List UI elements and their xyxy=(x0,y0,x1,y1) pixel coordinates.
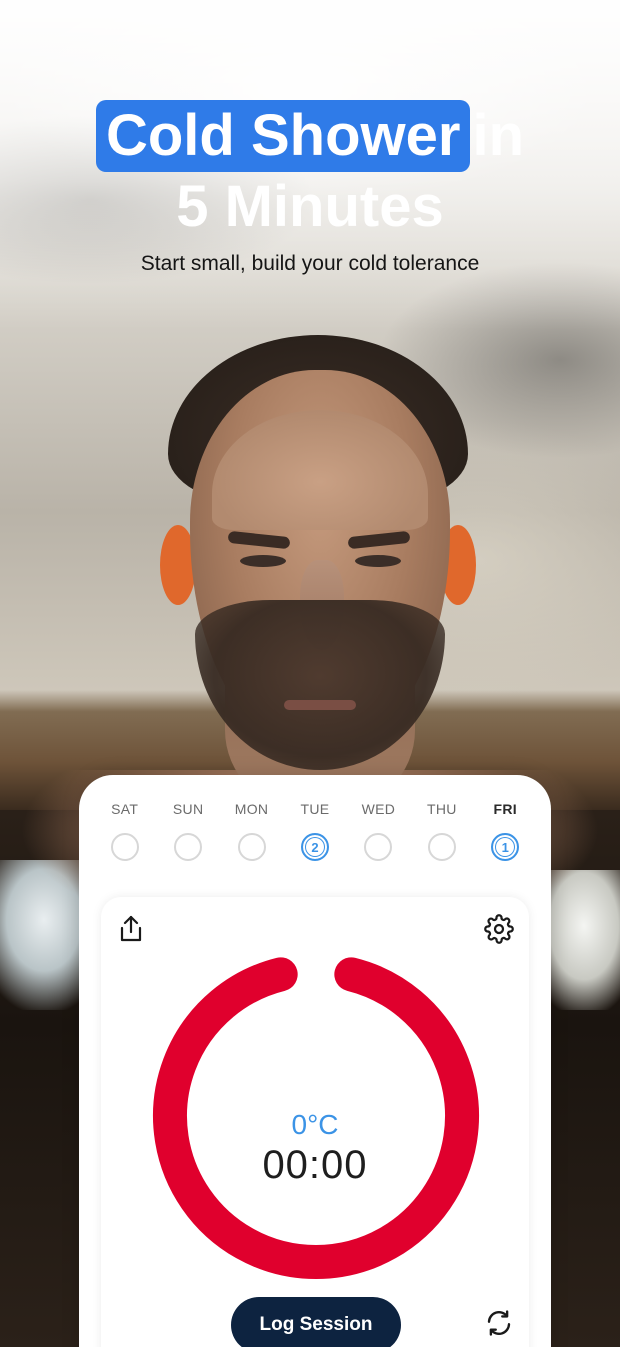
refresh-icon xyxy=(487,1310,511,1336)
day-wed[interactable]: WED xyxy=(347,801,410,861)
eye-left xyxy=(240,555,286,567)
day-label: THU xyxy=(426,801,457,817)
day-indicator: 2 xyxy=(300,833,329,861)
day-label: WED xyxy=(361,801,396,817)
eye-right xyxy=(355,555,401,567)
day-mon[interactable]: MON xyxy=(220,801,283,861)
day-sun[interactable]: SUN xyxy=(156,801,219,861)
day-indicator: 1 xyxy=(491,833,520,861)
day-label: FRI xyxy=(493,801,517,817)
hero-title-line1: Cold Shower in xyxy=(95,100,524,172)
day-indicator xyxy=(174,833,203,861)
timer-panel: 0°C 00:00 Log Session xyxy=(101,897,529,1347)
day-indicator xyxy=(364,833,393,861)
tracker-card: SAT SUN MON TUE 2 WED THU FRI 1 0°C 00:0… xyxy=(79,775,551,1347)
gear-icon xyxy=(484,914,514,944)
day-indicator xyxy=(237,833,266,861)
share-icon xyxy=(120,915,142,942)
hero-title-highlight: Cold Shower xyxy=(95,100,471,172)
settings-button[interactable] xyxy=(481,911,517,947)
day-label: TUE xyxy=(300,801,330,817)
share-button[interactable] xyxy=(113,911,149,947)
timer-readout: 00:00 xyxy=(262,1143,368,1187)
log-session-button[interactable]: Log Session xyxy=(231,1297,401,1347)
reset-button[interactable] xyxy=(481,1305,517,1341)
day-indicator xyxy=(427,833,456,861)
hero-title-line2: 5 Minutes xyxy=(176,174,444,239)
day-thu[interactable]: THU xyxy=(410,801,473,861)
hero: Cold Shower in 5 Minutes Start small, bu… xyxy=(0,100,620,276)
day-label: SAT xyxy=(111,801,139,817)
hero-subtitle: Start small, build your cold tolerance xyxy=(140,252,480,275)
mouth xyxy=(284,700,356,710)
day-sat[interactable]: SAT xyxy=(93,801,156,861)
day-fri[interactable]: FRI 1 xyxy=(474,801,537,861)
day-tue[interactable]: TUE 2 xyxy=(283,801,346,861)
day-label: MON xyxy=(234,801,269,817)
day-indicator xyxy=(110,833,139,861)
day-label: SUN xyxy=(172,801,204,817)
week-strip: SAT SUN MON TUE 2 WED THU FRI 1 xyxy=(93,801,537,861)
temperature-readout: 0°C xyxy=(291,1109,339,1140)
hero-title-rest: in xyxy=(472,103,524,168)
